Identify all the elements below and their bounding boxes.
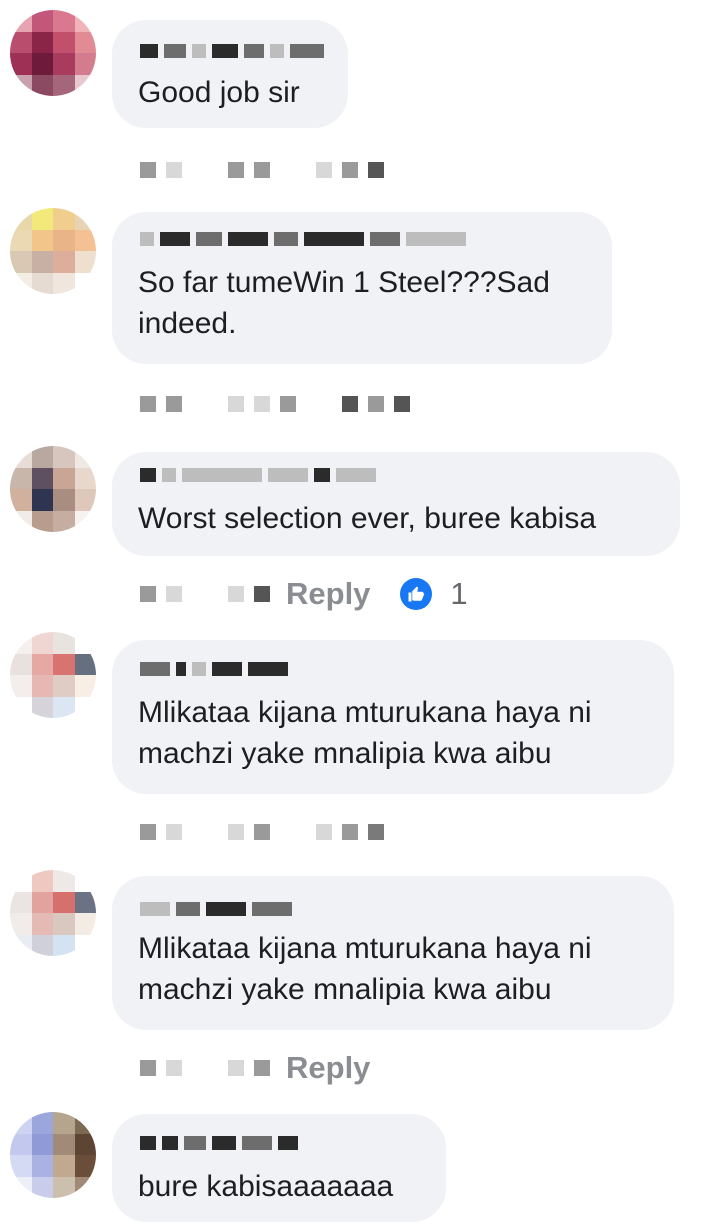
comment-actions <box>140 150 384 190</box>
comment-actions <box>140 812 384 852</box>
avatar[interactable] <box>10 208 96 294</box>
avatar[interactable] <box>10 870 96 956</box>
reply-button[interactable]: Reply <box>286 576 370 612</box>
comment-actions: Reply 1 <box>140 574 468 614</box>
comment-text: Good job sir <box>138 76 300 109</box>
comment-bubble[interactable]: Good job sir <box>112 20 348 128</box>
commenter-name[interactable] <box>140 466 376 484</box>
thumbs-up-icon[interactable] <box>400 578 433 610</box>
comment-bubble[interactable]: Mlikataa kijana mturukana haya ni machzi… <box>112 640 674 794</box>
commenter-name[interactable] <box>140 1134 298 1152</box>
avatar[interactable] <box>10 10 96 96</box>
commenter-name[interactable] <box>140 42 324 60</box>
comment-text: Worst selection ever, buree kabisa <box>138 502 597 535</box>
comment-text: Mlikataa kijana mturukana haya ni machzi… <box>138 696 592 770</box>
commenter-name[interactable] <box>140 660 288 678</box>
comment-text: So far tumeWin 1 Steel???Sad indeed. <box>138 266 550 340</box>
avatar[interactable] <box>10 632 96 718</box>
comment-bubble[interactable]: bure kabisaaaaaaa <box>112 1114 446 1222</box>
like-count: 1 <box>450 576 468 611</box>
avatar[interactable] <box>10 1112 96 1198</box>
comment-bubble[interactable]: Mlikataa kijana mturukana haya ni machzi… <box>112 876 674 1030</box>
comment-text: Mlikataa kijana mturukana haya ni machzi… <box>138 932 592 1006</box>
comment-actions <box>140 384 410 424</box>
comment-bubble[interactable]: So far tumeWin 1 Steel???Sad indeed. <box>112 212 612 364</box>
comment-bubble[interactable]: Worst selection ever, buree kabisa <box>112 452 680 556</box>
reply-button[interactable]: Reply <box>286 1050 370 1086</box>
commenter-name[interactable] <box>140 230 466 248</box>
avatar[interactable] <box>10 446 96 532</box>
commenter-name[interactable] <box>140 900 292 918</box>
comment-actions: Reply <box>140 1048 370 1088</box>
comment-text: bure kabisaaaaaaa <box>138 1170 394 1203</box>
